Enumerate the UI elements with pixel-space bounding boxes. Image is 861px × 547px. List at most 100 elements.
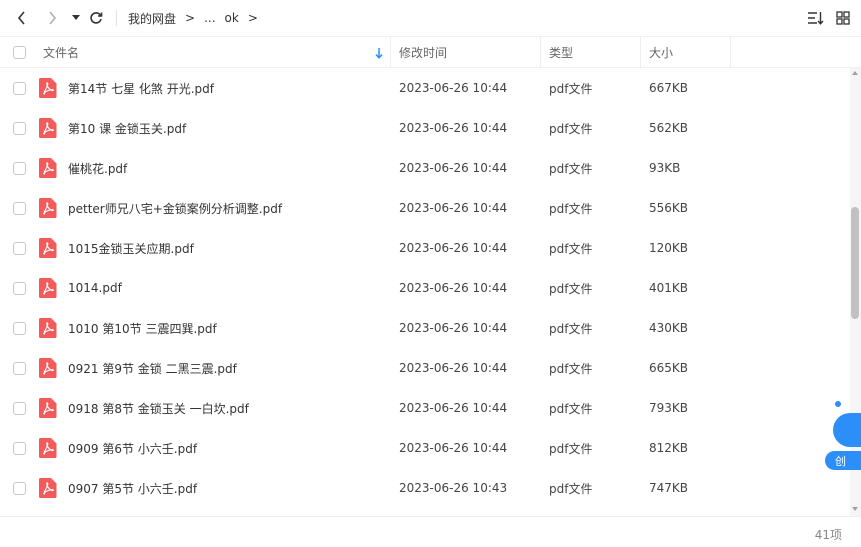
scroll-up-arrow-icon[interactable] <box>852 71 858 75</box>
row-checkbox[interactable] <box>13 322 26 335</box>
row-checkbox[interactable] <box>13 482 26 495</box>
file-row[interactable]: 1014.pdf 2023-06-26 10:44 pdf文件 401KB <box>0 268 850 308</box>
toolbar: 我的网盘 > ... ok > <box>0 0 861 36</box>
file-modified-time: 2023-06-26 10:44 <box>399 321 508 335</box>
item-count: 41项 <box>814 528 842 542</box>
breadcrumb-item-root[interactable]: 我的网盘 <box>128 10 176 27</box>
file-name[interactable]: 0909 第6节 小六壬.pdf <box>68 428 197 468</box>
file-size: 401KB <box>649 281 689 295</box>
scrollbar-thumb[interactable] <box>851 207 859 319</box>
sort-descending-icon[interactable] <box>372 46 386 60</box>
file-row[interactable]: 1015金锁玉关应期.pdf 2023-06-26 10:44 pdf文件 12… <box>0 228 850 268</box>
breadcrumb-item-current[interactable]: ok <box>225 11 239 25</box>
file-row[interactable]: 第10 课 金锁玉关.pdf 2023-06-26 10:44 pdf文件 56… <box>0 108 850 148</box>
file-modified-time: 2023-06-26 10:44 <box>399 81 508 95</box>
file-row[interactable]: petter师兄八宅+金锁案例分析调整.pdf 2023-06-26 10:44… <box>0 188 850 228</box>
column-header-modified[interactable]: 修改时间 <box>399 37 447 68</box>
row-checkbox[interactable] <box>13 442 26 455</box>
file-size: 93KB <box>649 161 681 175</box>
column-divider[interactable] <box>640 37 641 68</box>
file-modified-time: 2023-06-26 10:43 <box>399 481 508 495</box>
file-row[interactable]: 0921 第9节 金锁 二黑三震.pdf 2023-06-26 10:44 pd… <box>0 348 850 388</box>
file-row[interactable]: 第14节 七星 化煞 开光.pdf 2023-06-26 10:44 pdf文件… <box>0 68 850 108</box>
file-type: pdf文件 <box>549 161 593 176</box>
file-name[interactable]: 1014.pdf <box>68 268 122 308</box>
file-type: pdf文件 <box>549 321 593 336</box>
column-header-type[interactable]: 类型 <box>549 37 573 68</box>
file-type: pdf文件 <box>549 401 593 416</box>
pdf-file-icon <box>39 438 57 458</box>
refresh-button[interactable] <box>86 8 106 28</box>
column-header-size[interactable]: 大小 <box>649 37 673 68</box>
file-name[interactable]: 0918 第8节 金锁玉关 一白坎.pdf <box>68 388 249 428</box>
file-name[interactable]: 1010 第10节 三震四巽.pdf <box>68 308 217 348</box>
row-checkbox[interactable] <box>13 242 26 255</box>
file-type: pdf文件 <box>549 361 593 376</box>
column-header-name[interactable]: 文件名 <box>43 37 79 68</box>
sort-button[interactable] <box>806 9 824 27</box>
pdf-file-icon <box>39 358 57 378</box>
column-divider[interactable] <box>730 37 731 68</box>
file-modified-time: 2023-06-26 10:44 <box>399 361 508 375</box>
file-type: pdf文件 <box>549 441 593 456</box>
pdf-file-icon <box>39 318 57 338</box>
column-divider[interactable] <box>540 37 541 68</box>
row-checkbox[interactable] <box>13 282 26 295</box>
refresh-icon <box>90 12 103 24</box>
file-row[interactable]: 0918 第8节 金锁玉关 一白坎.pdf 2023-06-26 10:44 p… <box>0 388 850 428</box>
file-type: pdf文件 <box>549 121 593 136</box>
file-row[interactable]: 0909 第6节 小六壬.pdf 2023-06-26 10:44 pdf文件 … <box>0 428 850 468</box>
file-type: pdf文件 <box>549 201 593 216</box>
pdf-file-icon <box>39 238 57 258</box>
assistant-badge-label: 创 <box>835 454 846 468</box>
file-size: 667KB <box>649 81 689 95</box>
file-size: 430KB <box>649 321 689 335</box>
caret-down-icon <box>72 15 80 20</box>
grid-view-icon <box>836 11 850 25</box>
file-modified-time: 2023-06-26 10:44 <box>399 281 508 295</box>
assistant-badge[interactable]: 创 <box>825 451 861 470</box>
file-modified-time: 2023-06-26 10:44 <box>399 441 508 455</box>
file-name[interactable]: petter师兄八宅+金锁案例分析调整.pdf <box>68 188 282 228</box>
file-list: 第14节 七星 化煞 开光.pdf 2023-06-26 10:44 pdf文件… <box>0 68 850 516</box>
file-name[interactable]: 1015金锁玉关应期.pdf <box>68 228 194 268</box>
file-modified-time: 2023-06-26 10:44 <box>399 201 508 215</box>
file-type: pdf文件 <box>549 241 593 256</box>
file-size: 812KB <box>649 441 689 455</box>
select-all-checkbox[interactable] <box>13 37 26 68</box>
file-type: pdf文件 <box>549 281 593 296</box>
row-checkbox[interactable] <box>13 82 26 95</box>
file-name[interactable]: 0921 第9节 金锁 二黑三震.pdf <box>68 348 237 388</box>
file-type: pdf文件 <box>549 481 593 496</box>
file-name[interactable]: 第10 课 金锁玉关.pdf <box>68 108 186 148</box>
file-modified-time: 2023-06-26 10:44 <box>399 241 508 255</box>
file-size: 793KB <box>649 401 689 415</box>
row-checkbox[interactable] <box>13 162 26 175</box>
column-divider[interactable] <box>390 37 391 68</box>
toolbar-divider <box>116 10 117 26</box>
file-name[interactable]: 第14节 七星 化煞 开光.pdf <box>68 68 214 108</box>
row-checkbox[interactable] <box>13 402 26 415</box>
view-mode-button[interactable] <box>834 9 852 27</box>
history-dropdown-button[interactable] <box>66 8 86 28</box>
file-name[interactable]: 催桃花.pdf <box>68 148 127 188</box>
breadcrumb-separator: > <box>185 11 196 25</box>
file-row[interactable]: 1010 第10节 三震四巽.pdf 2023-06-26 10:44 pdf文… <box>0 308 850 348</box>
file-size: 747KB <box>649 481 689 495</box>
assistant-float-button[interactable] <box>833 413 861 447</box>
forward-button[interactable] <box>42 8 62 28</box>
file-name[interactable]: 0907 第5节 小六壬.pdf <box>68 468 197 508</box>
file-size: 556KB <box>649 201 689 215</box>
row-checkbox[interactable] <box>13 122 26 135</box>
scroll-down-arrow-icon[interactable] <box>852 507 858 511</box>
back-button[interactable] <box>12 8 32 28</box>
assistant-antenna-icon <box>835 401 841 407</box>
row-checkbox[interactable] <box>13 202 26 215</box>
row-checkbox[interactable] <box>13 362 26 375</box>
file-row[interactable]: 催桃花.pdf 2023-06-26 10:44 pdf文件 93KB <box>0 148 850 188</box>
pdf-file-icon <box>39 118 57 138</box>
breadcrumb-item-ellipsis[interactable]: ... <box>204 11 215 25</box>
file-row[interactable]: 0907 第5节 小六壬.pdf 2023-06-26 10:43 pdf文件 … <box>0 468 850 508</box>
pdf-file-icon <box>39 398 57 418</box>
breadcrumb-separator: > <box>247 11 258 25</box>
